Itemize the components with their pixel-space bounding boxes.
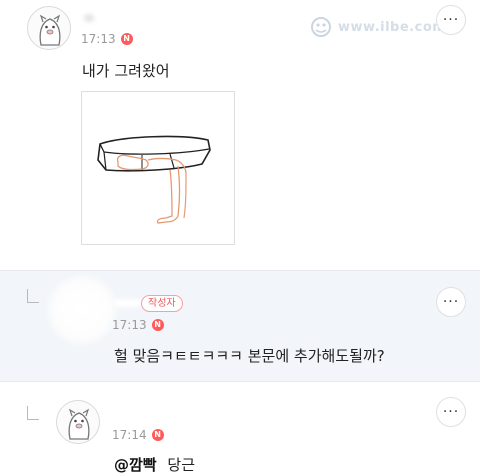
more-options-button[interactable]: ··· bbox=[436, 287, 466, 317]
more-options-button[interactable]: ··· bbox=[436, 5, 466, 35]
watermark-logo-icon bbox=[311, 17, 331, 37]
watermark-text: www.ilbe.com bbox=[338, 19, 447, 35]
author-badge: 작성자 bbox=[141, 295, 183, 312]
author-name-redacted bbox=[114, 299, 142, 307]
reply-comment-item: 17:14 N ··· @깜빡 당근 bbox=[0, 383, 480, 474]
author-name-redacted bbox=[84, 14, 94, 22]
avatar[interactable] bbox=[27, 6, 71, 50]
comment-text: 내가 그려왔어 bbox=[82, 62, 170, 80]
new-badge: N bbox=[151, 429, 164, 441]
more-options-icon: ··· bbox=[442, 12, 460, 28]
comment-time: 17:13 bbox=[81, 32, 116, 46]
mention-link[interactable]: @깜빡 bbox=[114, 456, 157, 474]
comment-meta: 17:13 N bbox=[81, 32, 133, 46]
comment-meta: 17:14 N bbox=[112, 428, 164, 442]
avatar[interactable] bbox=[56, 400, 100, 444]
comment-meta: 17:13 N bbox=[112, 318, 164, 332]
drawing-image bbox=[97, 135, 211, 224]
avatar-redacted bbox=[46, 274, 118, 346]
new-badge: N bbox=[120, 33, 133, 45]
comment-text-content: 당근 bbox=[167, 456, 195, 474]
new-badge: N bbox=[151, 319, 164, 331]
comment-text: 헐 맞음ㅋㅌㅌㅋㅋㅋ 본문에 추가해도될까? bbox=[114, 347, 385, 365]
comment-item: 17:13 N www.ilbe.com ··· 내가 그려왔어 bbox=[0, 0, 480, 270]
comment-time: 17:13 bbox=[112, 318, 147, 332]
watermark: www.ilbe.com bbox=[308, 14, 446, 40]
more-options-button[interactable]: ··· bbox=[436, 397, 466, 427]
more-options-icon: ··· bbox=[442, 404, 460, 420]
reply-comment-item: 작성자 17:13 N ··· 헐 맞음ㅋㅌㅌㅋㅋㅋ 본문에 추가해도될까? bbox=[0, 270, 480, 382]
drawing-attachment[interactable] bbox=[81, 91, 235, 245]
reply-arrow-icon bbox=[27, 289, 39, 303]
comment-time: 17:14 bbox=[112, 428, 147, 442]
cartoon-avatar-icon bbox=[68, 408, 90, 440]
reply-arrow-icon bbox=[27, 406, 39, 420]
more-options-icon: ··· bbox=[442, 294, 460, 310]
comment-text: @깜빡 당근 bbox=[114, 454, 195, 474]
cartoon-avatar-icon bbox=[39, 14, 61, 46]
